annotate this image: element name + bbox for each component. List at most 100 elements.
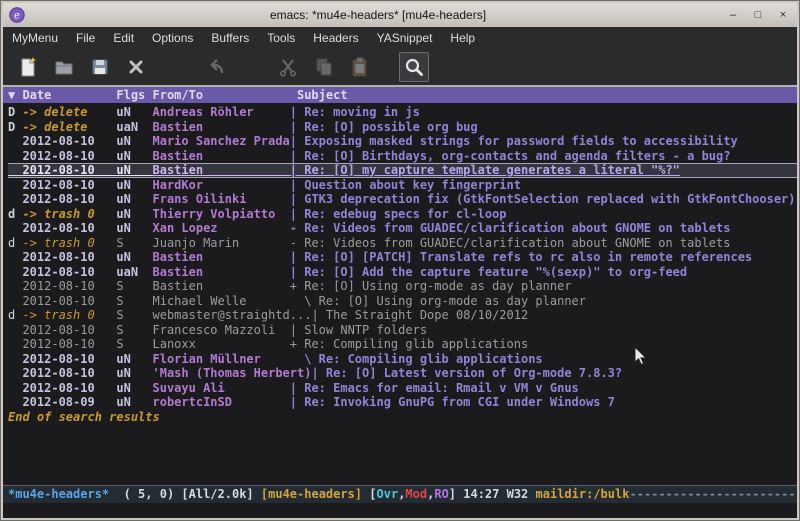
message-subject: | Slow NNTP folders (290, 323, 427, 337)
save-buffer-button[interactable] (85, 52, 115, 82)
message-row[interactable]: 2012-08-10 S Lanoxx + Re: Compiling glib… (8, 337, 797, 352)
message-row[interactable]: 2012-08-10 S Bastien + Re: [O] Using org… (8, 279, 797, 294)
message-flags: uN (116, 134, 152, 148)
new-file-button[interactable] (13, 52, 43, 82)
message-date: 2012-08-10 (22, 294, 116, 308)
message-mark (8, 352, 22, 366)
message-row[interactable]: 2012-08-10 uN Mario Sanchez Prada| Expos… (8, 134, 797, 149)
maximize-button[interactable]: □ (750, 7, 766, 23)
menu-file[interactable]: File (67, 28, 104, 48)
menu-headers[interactable]: Headers (304, 28, 367, 48)
message-row[interactable]: 2012-08-10 uN Frans Oilinki | GTK3 depre… (8, 192, 797, 207)
close-buffer-button[interactable] (121, 52, 151, 82)
paste-button[interactable] (345, 52, 375, 82)
message-flags: uN (116, 366, 152, 380)
message-row[interactable]: 2012-08-10 uN 'Mash (Thomas Herbert)| Re… (8, 366, 797, 381)
message-row[interactable]: D -> delete uN Andreas Röhler | Re: movi… (8, 105, 797, 120)
message-from: Juanjo Marin (153, 236, 290, 250)
message-date: -> trash 0 (22, 207, 116, 221)
message-row[interactable]: 2012-08-09 uN robertcInSD | Re: Invoking… (8, 395, 797, 410)
message-row-current[interactable]: 2012-08-10 uN Bastien | Re: [O] my captu… (8, 163, 797, 178)
message-date: 2012-08-10 (22, 323, 116, 337)
message-from: Bastien (153, 149, 290, 163)
menu-yasnippet[interactable]: YASnippet (368, 28, 442, 48)
modeline-plain: 14:27 (463, 487, 506, 501)
message-flags: uN (116, 381, 152, 395)
message-subject: | Re: moving in js (290, 105, 420, 119)
message-row[interactable]: d -> trash 0 uN Thierry Volpiatto | Re: … (8, 207, 797, 222)
message-row[interactable]: 2012-08-10 uN Bastien | Re: [O] Birthday… (8, 149, 797, 164)
message-subject: | Re: [O] possible org bug (290, 120, 478, 134)
message-flags: uN (116, 178, 152, 192)
modeline-ovr: Ovr (377, 487, 399, 501)
paste-icon (349, 56, 371, 78)
minimize-icon: – (730, 9, 736, 21)
message-from: robertcInSD (153, 395, 290, 409)
message-mark (8, 381, 22, 395)
search-button[interactable] (399, 52, 429, 82)
message-subject: | GTK3 deprecation fix (GtkFontSelection… (290, 192, 796, 206)
message-from: Bastien (153, 120, 290, 134)
message-row[interactable]: d -> trash 0 S webmaster@straightd...| T… (8, 308, 797, 323)
message-row[interactable]: 2012-08-10 S Francesco Mazzoli | Slow NN… (8, 323, 797, 338)
message-flags: uN (116, 352, 152, 366)
message-mark (8, 178, 22, 192)
close-icon: × (780, 9, 786, 21)
message-mark (8, 323, 22, 337)
close-button[interactable]: × (775, 7, 791, 23)
menu-buffers[interactable]: Buffers (202, 28, 258, 48)
menu-help[interactable]: Help (441, 28, 484, 48)
modeline-mode: [mu4e-headers] (261, 487, 362, 501)
open-file-button[interactable] (49, 52, 79, 82)
message-from: Bastien (153, 250, 290, 264)
message-row[interactable]: 2012-08-10 S Michael Welle \ Re: [O] Usi… (8, 294, 797, 309)
message-mark (8, 149, 22, 163)
message-subject: | Re: Invoking GnuPG from CGI under Wind… (290, 395, 615, 409)
message-row[interactable]: 2012-08-10 uN HardKor | Question about k… (8, 178, 797, 193)
minimize-button[interactable]: – (725, 7, 741, 23)
message-row[interactable]: 2012-08-10 uaN Bastien | Re: [O] Add the… (8, 265, 797, 280)
message-date: 2012-08-10 (22, 279, 116, 293)
emacs-window: e emacs: *mu4e-headers* [mu4e-headers] –… (0, 0, 800, 521)
message-mark (8, 221, 22, 235)
menu-mymenu[interactable]: MyMenu (3, 28, 67, 48)
echo-area[interactable] (3, 503, 797, 518)
message-date: 2012-08-10 (22, 192, 116, 206)
message-date: 2012-08-10 (22, 337, 116, 351)
message-row[interactable]: D -> delete uaN Bastien | Re: [O] possib… (8, 120, 797, 135)
mode-line[interactable]: *mu4e-headers* ( 5, 0) [All/2.0k] [mu4e-… (3, 485, 797, 503)
modeline-plain: W32 (507, 487, 536, 501)
message-subject: | Re: Emacs for email: Rmail v VM v Gnus (290, 381, 579, 395)
window-controls: – □ × (725, 7, 791, 23)
message-row[interactable]: 2012-08-10 uN Suvayu Ali | Re: Emacs for… (8, 381, 797, 396)
modeline-mod: Mod (405, 487, 427, 501)
message-date: 2012-08-10 (22, 221, 116, 235)
message-subject: | Exposing masked strings for password f… (290, 134, 738, 148)
message-mark (8, 395, 22, 409)
message-subject: \ Re: [O] Using org-mode as day planner (290, 294, 586, 308)
menu-bar: MyMenuFileEditOptionsBuffersToolsHeaders… (3, 27, 797, 49)
message-row[interactable]: 2012-08-10 uN Bastien | Re: [O] [PATCH] … (8, 250, 797, 265)
modeline-ro: RO (434, 487, 448, 501)
message-date: -> trash 0 (22, 236, 116, 250)
message-flags: uN (116, 149, 152, 163)
menu-tools[interactable]: Tools (258, 28, 304, 48)
modeline-buffer-name: *mu4e-headers* (8, 487, 109, 501)
message-row[interactable]: 2012-08-10 uN Xan Lopez - Re: Videos fro… (8, 221, 797, 236)
message-row[interactable]: d -> trash 0 S Juanjo Marin - Re: Videos… (8, 236, 797, 251)
message-flags: uN (116, 395, 152, 409)
headers-column-header: ▼ Date Flgs From/To Subject (3, 87, 797, 103)
cut-button[interactable] (273, 52, 303, 82)
message-flags: uN (116, 105, 152, 119)
message-subject: \ Re: Compiling glib applications (290, 352, 543, 366)
copy-button[interactable] (309, 52, 339, 82)
undo-button[interactable] (201, 52, 231, 82)
message-flags: S (116, 323, 152, 337)
menu-edit[interactable]: Edit (104, 28, 143, 48)
maximize-icon: □ (755, 9, 762, 21)
mu4e-headers-buffer: D -> delete uN Andreas Röhler | Re: movi… (3, 103, 797, 485)
message-row[interactable]: 2012-08-10 uN Florian Müllner \ Re: Comp… (8, 352, 797, 367)
message-date: 2012-08-10 (22, 250, 116, 264)
menu-options[interactable]: Options (143, 28, 202, 48)
message-subject: | Question about key fingerprint (290, 178, 521, 192)
